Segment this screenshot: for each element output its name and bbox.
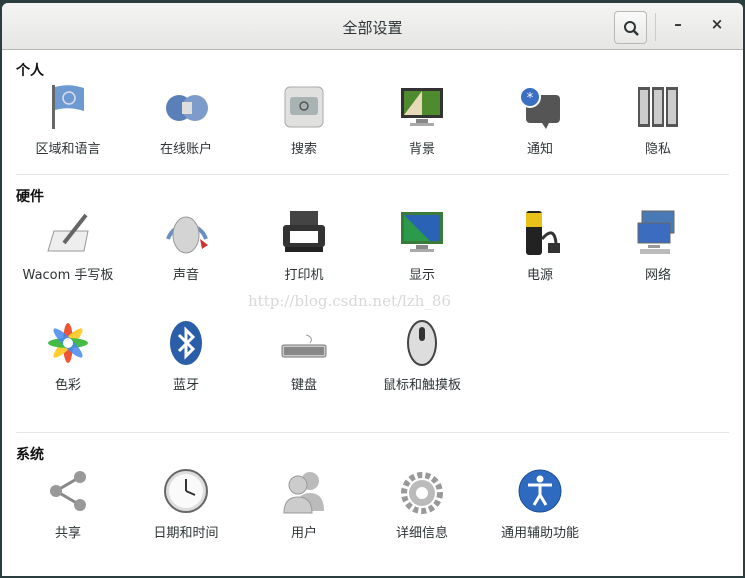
divider <box>16 174 729 175</box>
settings-item-privacy[interactable]: 隐私 <box>603 83 713 158</box>
settings-item-date-time[interactable]: 日期和时间 <box>131 467 241 542</box>
search-button[interactable] <box>614 11 647 44</box>
settings-item-label: 鼠标和触摸板 <box>382 378 461 393</box>
keyboard-icon <box>281 334 327 358</box>
region-flag-icon <box>52 85 84 129</box>
svg-text:*: * <box>527 91 534 106</box>
close-button[interactable]: × <box>705 15 729 39</box>
settings-item-label: 网络 <box>644 268 671 283</box>
privacy-lock-icon <box>638 87 678 127</box>
settings-item-power[interactable]: 电源 <box>485 209 595 284</box>
notifications-icon: * <box>519 86 560 129</box>
settings-item-notifications[interactable]: * 通知 <box>485 83 595 158</box>
settings-item-users[interactable]: 用户 <box>249 467 359 542</box>
mouse-icon <box>407 320 437 366</box>
settings-item-label: 搜索 <box>290 142 317 157</box>
settings-item-label: 背景 <box>408 142 435 157</box>
settings-item-label: 共享 <box>54 526 81 541</box>
settings-item-label: 声音 <box>172 268 199 283</box>
divider <box>16 432 729 433</box>
settings-item-region[interactable]: 区域和语言 <box>13 83 123 158</box>
settings-item-label: 详细信息 <box>395 526 448 541</box>
settings-item-label: 在线账户 <box>159 142 212 157</box>
settings-item-label: 色彩 <box>54 378 81 393</box>
header-separator <box>655 13 656 41</box>
details-gear-icon <box>401 472 443 514</box>
search-icon <box>624 21 639 36</box>
settings-item-label: 通知 <box>526 142 553 157</box>
settings-item-label: 日期和时间 <box>153 526 219 541</box>
online-accounts-icon <box>166 95 208 121</box>
watermark: http://blog.csdn.net/lzh_86 <box>248 292 451 310</box>
settings-item-label: 电源 <box>526 268 553 283</box>
color-icon <box>48 323 88 363</box>
settings-item-displays[interactable]: 显示 <box>367 209 477 284</box>
settings-item-bluetooth[interactable]: 蓝牙 <box>131 319 241 394</box>
settings-item-network[interactable]: 网络 <box>603 209 713 284</box>
wacom-tablet-icon <box>47 213 89 252</box>
settings-window: 全部设置 – × 个人 硬件 系统 http://blog.csdn.net/l… <box>2 3 743 576</box>
power-icon <box>526 211 560 255</box>
sound-icon <box>166 216 208 254</box>
section-hardware: 硬件 <box>16 189 44 205</box>
settings-item-color[interactable]: 色彩 <box>13 319 123 394</box>
search-settings-icon <box>284 86 324 128</box>
clock-icon <box>164 469 208 513</box>
settings-item-label: Wacom 手写板 <box>22 268 114 283</box>
accessibility-icon <box>518 469 562 513</box>
header-bar: 全部设置 – × <box>2 3 743 50</box>
settings-item-label: 显示 <box>408 268 435 283</box>
settings-item-label: 区域和语言 <box>35 142 101 157</box>
settings-item-label: 蓝牙 <box>172 378 199 393</box>
settings-item-label: 打印机 <box>284 268 324 283</box>
settings-item-label: 键盘 <box>290 378 317 393</box>
printer-icon <box>283 211 325 252</box>
section-system: 系统 <box>16 447 44 463</box>
settings-item-online-accounts[interactable]: 在线账户 <box>131 83 241 158</box>
sharing-icon <box>50 471 86 511</box>
display-icon <box>401 212 443 252</box>
settings-item-label: 用户 <box>290 526 317 541</box>
background-icon <box>401 88 443 126</box>
minimize-button[interactable]: – <box>666 15 690 39</box>
settings-item-wacom[interactable]: Wacom 手写板 <box>13 209 123 284</box>
settings-item-keyboard[interactable]: 键盘 <box>249 319 359 394</box>
section-personal: 个人 <box>16 63 44 79</box>
settings-item-sharing[interactable]: 共享 <box>13 467 123 542</box>
settings-item-details[interactable]: 详细信息 <box>367 467 477 542</box>
settings-item-printers[interactable]: 打印机 <box>249 209 359 284</box>
settings-item-background[interactable]: 背景 <box>367 83 477 158</box>
settings-item-sound[interactable]: 声音 <box>131 209 241 284</box>
bluetooth-icon <box>170 321 202 365</box>
settings-item-universal-access[interactable]: 通用辅助功能 <box>485 467 595 542</box>
settings-item-label: 隐私 <box>644 142 671 157</box>
settings-item-label: 通用辅助功能 <box>500 526 579 541</box>
users-icon <box>283 472 324 514</box>
settings-item-search[interactable]: 搜索 <box>249 83 359 158</box>
network-icon <box>637 210 675 254</box>
settings-item-mouse-touchpad[interactable]: 鼠标和触摸板 <box>367 319 477 394</box>
